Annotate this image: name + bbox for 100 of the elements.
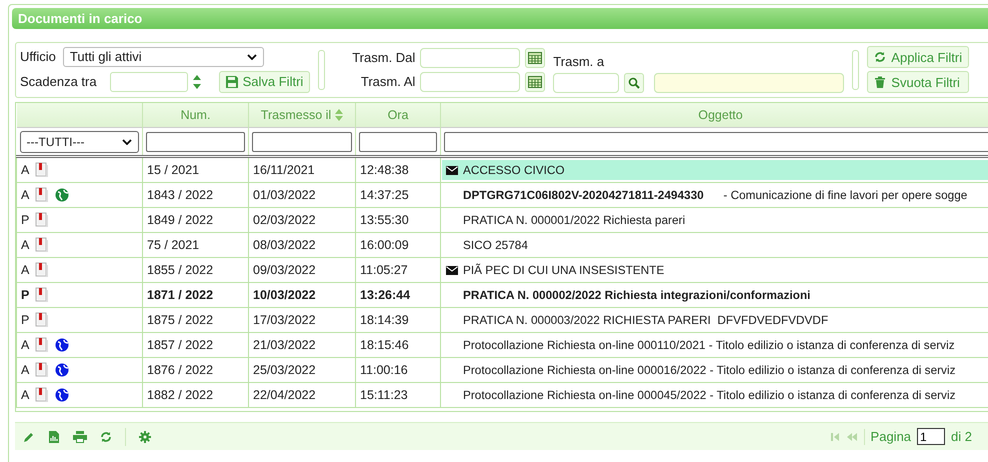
clear-filters-button[interactable]: Svuota Filtri (867, 71, 970, 93)
refresh-icon[interactable] (100, 430, 112, 442)
save-filters-button[interactable]: Salva Filtri (218, 70, 310, 92)
search-button[interactable] (624, 73, 644, 93)
page-label: Pagina (870, 429, 912, 444)
book-icon (35, 237, 50, 253)
calendar-icon (528, 76, 542, 88)
table-cell: 16:00:09 (360, 238, 409, 252)
table-cell: 13:55:30 (360, 213, 409, 227)
trasm-a-field[interactable] (553, 73, 620, 93)
table-cell: 1876 / 2022 (147, 363, 214, 377)
type-cell: P (21, 288, 30, 302)
table-cell: 16/11/2021 (253, 163, 315, 177)
book-icon (35, 362, 50, 378)
type-cell: P (21, 213, 30, 227)
column-header[interactable]: Ora (388, 108, 408, 122)
trash-icon (874, 76, 886, 88)
book-icon (35, 287, 50, 303)
scadenza-label: Scadenza tra (20, 74, 97, 89)
envelope-icon (446, 266, 458, 274)
print-icon[interactable] (73, 430, 87, 442)
table-cell: 21/03/2022 (253, 338, 316, 352)
ufficio-label: Ufficio (20, 49, 56, 64)
subject-cell: PRATICA N. 000003/2022 RICHIESTA PARERI DFVFDVEDFVDVDF (463, 313, 828, 327)
table-cell: 15:11:23 (360, 388, 408, 402)
column-header[interactable]: Oggetto (698, 108, 743, 122)
calendar-icon (528, 52, 542, 64)
ufficio-dropdown[interactable]: Tutti gli attivi (62, 46, 264, 66)
table-cell: 1875 / 2022 (147, 313, 214, 327)
table-cell: 1849 / 2022 (147, 213, 214, 227)
table-cell: 75 / 2021 (147, 238, 200, 252)
table-cell: 09/03/2022 (253, 263, 316, 277)
calendar-button[interactable] (525, 72, 546, 92)
recipient-field[interactable] (654, 73, 844, 93)
trasm-al-label: Trasm. Al (360, 74, 416, 89)
settings-icon[interactable] (139, 430, 151, 442)
column-filter-field[interactable] (252, 132, 352, 152)
table-cell: 13:26:44 (360, 288, 410, 302)
type-filter-dropdown[interactable]: ---TUTTI--- (20, 130, 139, 152)
column-filter-field[interactable] (444, 132, 988, 152)
column-header[interactable]: Num. (180, 108, 210, 122)
table-cell: 12:48:38 (360, 163, 409, 177)
table-cell: 1855 / 2022 (147, 263, 214, 277)
book-icon (35, 212, 50, 228)
table-cell: 15 / 2021 (147, 163, 200, 177)
chevron-icon (122, 138, 132, 144)
floppy-icon (226, 76, 238, 88)
trasm-dal-label: Trasm. Dal (351, 50, 416, 65)
type-cell: A (21, 388, 30, 402)
table-cell: 1843 / 2022 (147, 188, 214, 202)
table-cell: 10/03/2022 (253, 288, 316, 302)
book-icon (35, 162, 50, 178)
table-cell: 08/03/2022 (253, 238, 316, 252)
book-icon (35, 337, 50, 353)
calendar-button[interactable] (525, 48, 546, 68)
subject-cell: Protocollazione Richiesta on-line 000016/2022 - Titolo edilizio o istanza di conferenza di serviz (463, 363, 956, 377)
subject-cell: ACCESSO CIVICO (463, 163, 565, 177)
page-number-field[interactable]: 1 (917, 428, 946, 445)
table-cell: 11:00:16 (360, 363, 408, 377)
book-icon (35, 262, 50, 278)
table-cell: 1871 / 2022 (147, 288, 214, 302)
type-cell: A (21, 238, 30, 252)
table-cell: 18:14:39 (360, 313, 409, 327)
chevron-icon (246, 54, 257, 60)
trasm-a-label: Trasm. a (553, 54, 606, 69)
subject-cell: PRATICA N. 000001/2022 Richiesta pareri (463, 213, 686, 227)
book-icon (35, 187, 50, 203)
subject-cell: SICO 25784 (463, 238, 528, 252)
spreadsheet-icon[interactable] (48, 430, 60, 442)
trasm-dal-field[interactable] (420, 48, 520, 68)
subject-cell: PRATICA N. 000002/2022 Richiesta integrazioni/conformazioni (463, 288, 810, 302)
type-cell: A (21, 163, 30, 177)
table-cell: 01/03/2022 (253, 188, 316, 202)
column-filter-field[interactable] (146, 132, 245, 152)
table-cell: 1882 / 2022 (147, 388, 214, 402)
apply-filters-button[interactable]: Applica Filtri (867, 46, 970, 68)
spinner-arrows-icon (192, 74, 202, 90)
book-icon (35, 387, 50, 403)
refresh-icon (874, 51, 886, 63)
scadenza-field[interactable] (110, 72, 188, 92)
subject-cell: DPTGRG71C06I802V-20204271811-2494330 - Comunicazione di fine lavori per opere sogge (463, 188, 968, 202)
book-icon (35, 312, 50, 328)
subject-cell: Protocollazione Richiesta on-line 000045/2022 - Titolo edilizio o istanza di conferenza di serviz (463, 388, 956, 402)
pencil-icon[interactable] (23, 430, 35, 442)
table-cell: 17/03/2022 (253, 313, 316, 327)
subject-cell: Protocollazione Richiesta on-line 000110/2021 - Titolo edilizio o istanza di conferenza di serviz (463, 338, 955, 352)
table-cell: 18:15:46 (360, 338, 409, 352)
subject-cell: PIÃ PEC DI CUI UNA INSESISTENTE (463, 263, 664, 277)
table-cell: 14:37:25 (360, 188, 409, 202)
trasm-al-field[interactable] (420, 72, 520, 92)
type-cell: P (21, 313, 30, 327)
panel-title: Documenti in carico (12, 8, 988, 29)
type-cell: A (21, 263, 30, 277)
page-total: di 2 (951, 429, 972, 444)
column-filter-field[interactable] (359, 132, 437, 152)
table-cell: 1857 / 2022 (147, 338, 214, 352)
table-cell: 02/03/2022 (253, 213, 316, 227)
type-cell: A (21, 363, 30, 377)
type-cell: A (21, 188, 30, 202)
envelope-icon (446, 166, 458, 174)
